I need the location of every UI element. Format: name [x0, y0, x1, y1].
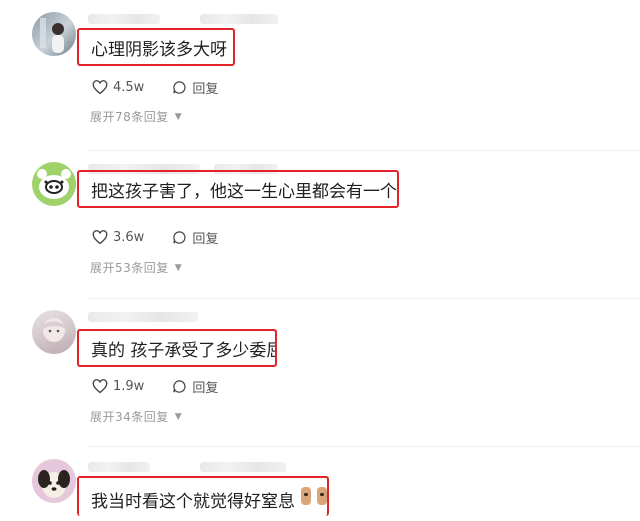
puppy-avatar-icon — [38, 470, 70, 498]
reply-label: 回复 — [192, 380, 219, 396]
reply-bubble-icon — [173, 379, 186, 393]
chevron-down-icon: ▼ — [174, 411, 183, 422]
like-button[interactable]: 1.9w — [92, 379, 144, 394]
comment-item: 我当时看这个就觉得好窒息 — [0, 446, 640, 521]
like-count: 1.9w — [113, 378, 145, 394]
reply-bubble-icon — [173, 230, 186, 244]
cartoon-face-icon — [37, 169, 71, 199]
comment-text-content: 我当时看这个就觉得好窒息 — [91, 492, 295, 512]
heart-icon — [92, 229, 108, 244]
heart-icon — [92, 378, 108, 393]
chevron-down-icon: ▼ — [174, 111, 183, 122]
reply-label: 回复 — [192, 81, 219, 97]
dog-emoji-icon — [301, 487, 311, 505]
username-blurred — [200, 462, 286, 472]
heart-icon — [92, 79, 108, 94]
avatar[interactable] — [32, 310, 76, 354]
username-blurred — [200, 14, 278, 24]
comment-actions: 4.5w 回复 — [92, 76, 246, 98]
comment-text: 真的 孩子承受了多少委屈 — [77, 329, 277, 367]
reply-bubble-icon — [173, 80, 186, 94]
expand-replies-label: 展开78条回复 — [90, 110, 169, 124]
avatar[interactable] — [32, 459, 76, 503]
like-button[interactable]: 3.6w — [92, 230, 144, 245]
comment-text: 心理阴影该多大呀 — [77, 28, 235, 66]
username-blurred[interactable] — [88, 462, 150, 472]
user-portrait-icon — [40, 18, 64, 53]
comment-actions: 1.9w 回复 — [92, 375, 246, 397]
chevron-down-icon: ▼ — [174, 262, 183, 273]
expand-replies-button[interactable]: 展开53条回复 ▼ — [90, 259, 182, 276]
comment-item: 心理阴影该多大呀 4.5w 回复 展开78条回复 ▼ — [0, 0, 640, 150]
comment-item: 把这孩子害了，他这一生心里都会有一个痛处 3.6w 回复 展开53条回复 ▼ — [0, 150, 640, 300]
like-button[interactable]: 4.5w — [92, 80, 144, 95]
user-portrait-icon — [40, 318, 68, 342]
expand-replies-label: 展开34条回复 — [90, 410, 169, 424]
comment-text: 我当时看这个就觉得好窒息 — [77, 476, 329, 516]
comment-actions: 3.6w 回复 — [92, 226, 246, 248]
like-count: 3.6w — [113, 229, 145, 245]
like-count: 4.5w — [113, 79, 145, 95]
comment-item: 真的 孩子承受了多少委屈 1.9w 回复 展开34条回复 ▼ — [0, 298, 640, 448]
expand-replies-button[interactable]: 展开78条回复 ▼ — [90, 108, 182, 125]
expand-replies-label: 展开53条回复 — [90, 261, 169, 275]
reply-button[interactable]: 回复 — [172, 377, 218, 396]
expand-replies-button[interactable]: 展开34条回复 ▼ — [90, 408, 182, 425]
reply-label: 回复 — [192, 231, 219, 247]
avatar[interactable] — [32, 162, 76, 206]
username-blurred[interactable] — [88, 312, 198, 322]
reply-button[interactable]: 回复 — [172, 78, 218, 97]
username-blurred[interactable] — [88, 14, 160, 24]
reply-button[interactable]: 回复 — [172, 228, 218, 247]
avatar[interactable] — [32, 12, 76, 56]
dog-emoji-icon — [317, 487, 327, 505]
comment-text: 把这孩子害了，他这一生心里都会有一个痛处 — [77, 170, 399, 208]
